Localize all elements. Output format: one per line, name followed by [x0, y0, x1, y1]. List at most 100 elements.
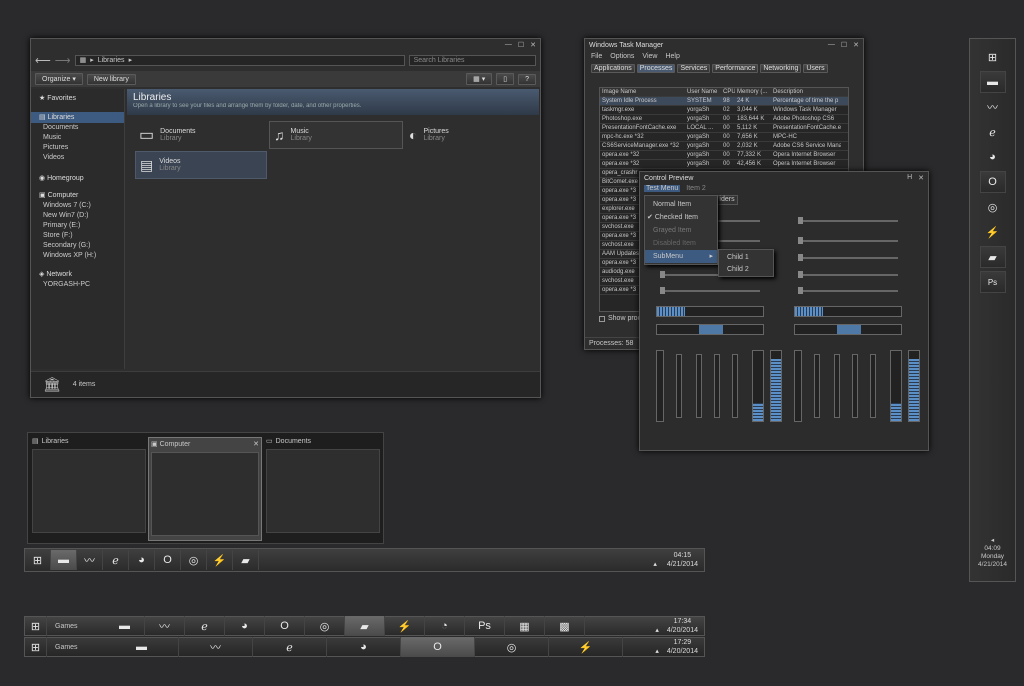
games-label[interactable]: Games [47, 623, 105, 630]
address-bar[interactable]: ▦ ▸ Libraries ▸ [74, 54, 405, 66]
taskbar-edge[interactable]: ◔ [425, 616, 465, 636]
taskbar-media[interactable]: ▰ [233, 550, 259, 570]
taskbar-chrome[interactable]: ◎ [181, 550, 207, 570]
h-slider-9[interactable] [660, 287, 760, 294]
menu-normal-item[interactable]: Normal Item [645, 198, 717, 211]
nav-documents[interactable]: Documents [31, 123, 124, 133]
clock[interactable]: ▴17:29 4/20/2014 [655, 638, 704, 656]
thumb-documents[interactable]: ▭ Documents [266, 437, 380, 541]
h-slider-8[interactable] [798, 271, 898, 278]
submenu-child-1[interactable]: Child 1 [719, 252, 773, 264]
col-cpu[interactable]: CPU [721, 88, 735, 96]
start-button[interactable]: ⊞ [25, 637, 47, 657]
taskbar-explorer[interactable]: ▬ [979, 71, 1006, 93]
taskbar-media[interactable]: ▰ [345, 616, 385, 636]
submenu-child-2[interactable]: Child 2 [719, 264, 773, 276]
taskbar-photoshop[interactable]: Ps [979, 271, 1006, 293]
h-slider-2[interactable] [798, 217, 898, 224]
menu-view[interactable]: View [642, 53, 657, 60]
tile-documents[interactable]: ▭ Documents Library [135, 121, 267, 149]
taskbar-firefox[interactable]: ◕ [980, 146, 1006, 168]
start-button[interactable]: ⊞ [25, 616, 47, 636]
v-scroll-1[interactable] [656, 350, 664, 422]
minimize-icon[interactable]: — [828, 41, 835, 49]
table-row[interactable]: CS6ServiceManager.exe *32 yorgaSh 00 2,032 … [600, 142, 848, 151]
nav-videos[interactable]: Videos [31, 153, 124, 163]
nav-drive-f[interactable]: Store (F:) [31, 231, 124, 241]
menu-item2[interactable]: Item 2 [686, 185, 705, 192]
scroll-meter-2[interactable] [794, 324, 902, 335]
v-slider-7[interactable] [852, 354, 858, 418]
side-clock[interactable]: ◂ 04:09 Monday 4/21/2014 [970, 537, 1015, 569]
tray-arrow-icon[interactable]: ▴ [653, 561, 657, 568]
nav-drive-g[interactable]: Secondary (G:) [31, 241, 124, 251]
minimize-icon[interactable]: — [505, 41, 512, 49]
tray-arrow-icon[interactable]: ◂ [970, 537, 1015, 545]
start-button[interactable]: ⊞ [25, 550, 51, 570]
view-options-button[interactable]: ▦ ▾ [466, 73, 493, 85]
tab-networking[interactable]: Networking [760, 64, 802, 73]
taskbar-pulse[interactable]: 〰 [77, 550, 103, 570]
taskbar-cards[interactable]: ▦ [505, 616, 545, 636]
taskbar-firefox[interactable]: ◕ [129, 550, 155, 570]
taskbar-ie[interactable]: ℯ [253, 637, 327, 657]
col-description[interactable]: Description [771, 88, 841, 96]
tab-users[interactable]: Users [803, 64, 828, 73]
v-slider-4[interactable] [732, 354, 738, 418]
cp-tab-sliders[interactable]: iders [716, 195, 738, 205]
taskbar-pulse[interactable]: 〰 [145, 616, 185, 636]
organize-button[interactable]: Organize ▾ [35, 73, 83, 85]
tile-videos[interactable]: ▤ Videos Library [135, 151, 267, 179]
taskbar-firefox[interactable]: ◕ [327, 637, 401, 657]
col-user-name[interactable]: User Name [685, 88, 721, 96]
taskbar-ie[interactable]: ℯ [103, 550, 129, 570]
clock[interactable]: ▴04:15 4/21/2014 [653, 551, 704, 569]
nav-homegroup[interactable]: ◉ Homegroup [31, 173, 124, 184]
clock[interactable]: ▴17:34 4/20/2014 [655, 617, 704, 635]
nav-music[interactable]: Music [31, 133, 124, 143]
taskbar-pulse[interactable]: 〰 [980, 96, 1006, 118]
v-slider-1[interactable] [676, 354, 682, 418]
h-slider-4[interactable] [798, 237, 898, 244]
scroll-meter-1[interactable] [656, 324, 764, 335]
table-row[interactable]: Photoshop.exe yorgaSh 00 183,644 K Adobe Pho… [600, 115, 848, 124]
tile-pictures[interactable]: ◐ Pictures Library [405, 121, 537, 149]
taskbar-ie[interactable]: ℯ [980, 121, 1006, 143]
taskbar-explorer[interactable]: ▬ [51, 550, 77, 570]
search-input[interactable]: Search Libraries [408, 54, 536, 66]
checkbox-icon[interactable] [599, 315, 605, 322]
taskbar-photoshop[interactable]: Ps [465, 616, 505, 636]
taskbar-winamp[interactable]: ⚡ [549, 637, 623, 657]
taskbar-calc[interactable]: ▩ [545, 616, 585, 636]
col-memory[interactable]: Memory (... [735, 88, 771, 96]
taskbar-firefox[interactable]: ◕ [225, 616, 265, 636]
taskbar-winamp[interactable]: ⚡ [980, 221, 1006, 243]
nav-computer[interactable]: ▣ Computer [31, 190, 124, 201]
taskbar-opera[interactable]: O [155, 550, 181, 570]
taskbar-opera[interactable]: O [265, 616, 305, 636]
nav-drive-e[interactable]: Primary (E:) [31, 221, 124, 231]
taskbar-chrome[interactable]: ◎ [980, 196, 1006, 218]
nav-drive-d[interactable]: New Win7 (D:) [31, 211, 124, 221]
nav-favorites[interactable]: ★ Favorites [31, 93, 124, 104]
menu-file[interactable]: File [591, 53, 602, 60]
nav-pictures[interactable]: Pictures [31, 143, 124, 153]
v-slider-3[interactable] [714, 354, 720, 418]
forward-arrow-icon[interactable]: ⟶ [55, 54, 71, 67]
v-slider-2[interactable] [696, 354, 702, 418]
thumb-libraries[interactable]: ▤ Libraries [32, 437, 146, 541]
menu-checked-item[interactable]: ✔ Checked Item [645, 211, 717, 224]
tray-arrow-icon[interactable]: ▴ [655, 627, 659, 634]
v-scroll-2[interactable] [794, 350, 802, 422]
tab-performance[interactable]: Performance [712, 64, 759, 73]
close-icon[interactable]: ✕ [253, 440, 259, 448]
new-library-button[interactable]: New library [86, 73, 136, 85]
tile-music[interactable]: ♫ Music Library [269, 121, 403, 149]
table-row[interactable]: mpc-hc.exe *32 yorgaSh 00 7,656 K MPC-HC [600, 133, 848, 142]
menu-options[interactable]: Options [610, 53, 634, 60]
close-icon[interactable]: ✕ [853, 41, 859, 49]
table-row[interactable]: taskmgr.exe yorgaSh 02 3,044 K Windows Task … [600, 106, 848, 115]
table-row[interactable]: opera.exe *32 yorgaSh 00 42,456 K Opera Inte… [600, 160, 848, 169]
h-slider-10[interactable] [798, 287, 898, 294]
close-icon[interactable]: ✕ [918, 174, 924, 182]
